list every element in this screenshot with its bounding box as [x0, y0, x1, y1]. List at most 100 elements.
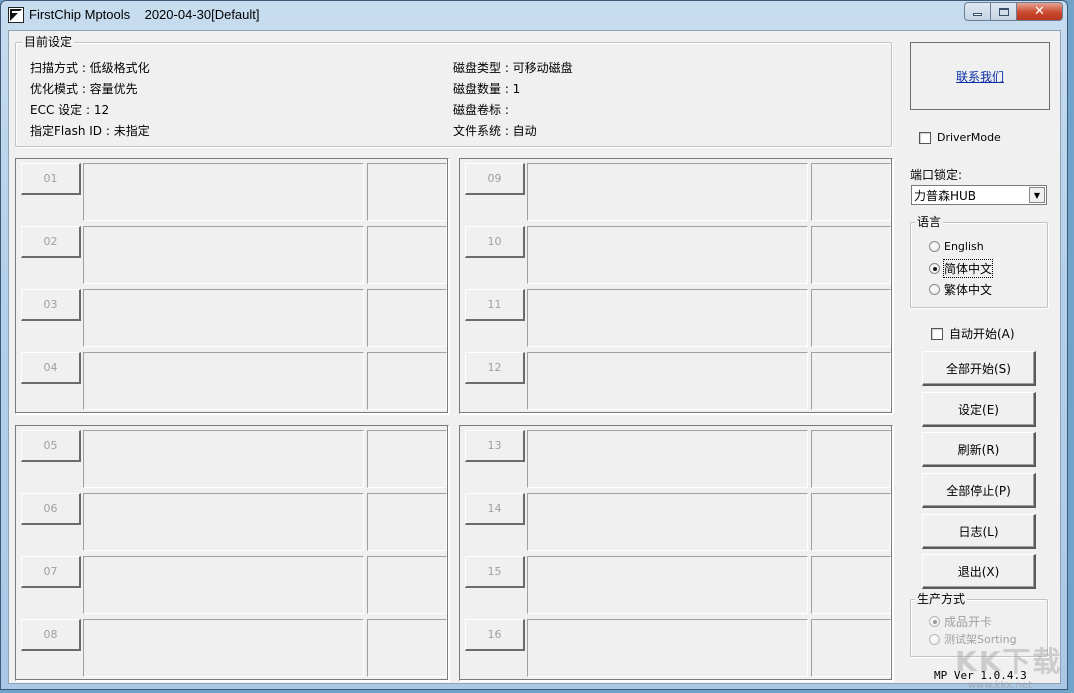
refresh-button[interactable]: 刷新(R) — [922, 432, 1036, 467]
disk-count-info: 磁盘数量 : 1 — [453, 82, 521, 96]
title-bar[interactable]: FirstChip Mptools 2020-04-30[Default] ✕ — [1, 1, 1067, 29]
production-mode-legend: 生产方式 — [915, 592, 968, 606]
port-button[interactable]: 14 — [465, 493, 525, 525]
driver-mode-checkbox[interactable]: DriverMode — [919, 131, 1001, 144]
language-english-radio[interactable]: English — [929, 240, 984, 253]
contact-box: 联系我们 — [910, 42, 1050, 110]
port-result-box — [811, 289, 891, 347]
language-english-label: English — [944, 240, 984, 253]
close-icon: ✕ — [1034, 4, 1045, 19]
port-result-box — [367, 556, 447, 614]
production-finished-card-label: 成品开卡 — [944, 615, 993, 629]
ecc-setting-info: ECC 设定 : 12 — [30, 103, 110, 117]
window-title: FirstChip Mptools 2020-04-30[Default] — [29, 7, 260, 22]
port-status-box — [83, 226, 364, 284]
port-button[interactable]: 12 — [465, 352, 525, 384]
port-lock-select[interactable]: 力普森HUB ▼ — [911, 185, 1047, 205]
port-button[interactable]: 11 — [465, 289, 525, 321]
disk-type-info: 磁盘类型 : 可移动磁盘 — [453, 61, 573, 75]
port-status-box — [527, 619, 808, 677]
settings-button[interactable]: 设定(E) — [922, 392, 1036, 427]
port-result-box — [811, 163, 891, 221]
radio-icon[interactable] — [929, 241, 940, 252]
port-panel-bottom-left: 05 06 07 08 — [15, 425, 449, 681]
maximize-icon — [998, 7, 1009, 16]
port-panel-top-right: 09 10 11 12 — [459, 158, 893, 414]
port-result-box — [811, 430, 891, 488]
disk-label-info: 磁盘卷标 : — [453, 103, 509, 117]
port-button[interactable]: 09 — [465, 163, 525, 195]
language-simplified-chinese-radio[interactable]: 简体中文 — [929, 259, 994, 278]
port-button[interactable]: 08 — [21, 619, 81, 651]
auto-start-label: 自动开始(A) — [949, 327, 1015, 341]
port-button[interactable]: 10 — [465, 226, 525, 258]
port-result-box — [811, 556, 891, 614]
port-button[interactable]: 01 — [21, 163, 81, 195]
port-result-box — [811, 226, 891, 284]
language-traditional-chinese-radio[interactable]: 繁体中文 — [929, 281, 992, 298]
port-result-box — [367, 619, 447, 677]
contact-us-link[interactable]: 联系我们 — [956, 68, 1004, 85]
port-button[interactable]: 06 — [21, 493, 81, 525]
port-result-box — [811, 493, 891, 551]
port-button[interactable]: 05 — [21, 430, 81, 462]
language-traditional-chinese-label: 繁体中文 — [944, 283, 993, 297]
port-status-box — [527, 289, 808, 347]
port-status-box — [83, 289, 364, 347]
chevron-down-icon[interactable]: ▼ — [1029, 187, 1045, 203]
production-sorting-radio[interactable]: 测试架Sorting — [929, 631, 1017, 647]
port-panel-bottom-right: 13 14 15 16 — [459, 425, 893, 681]
port-button[interactable]: 04 — [21, 352, 81, 384]
port-status-box — [83, 619, 364, 677]
port-result-box — [367, 430, 447, 488]
port-button[interactable]: 03 — [21, 289, 81, 321]
radio-selected-icon[interactable] — [929, 616, 940, 627]
language-legend: 语言 — [915, 215, 944, 229]
production-finished-card-radio[interactable]: 成品开卡 — [929, 613, 992, 630]
minimize-button[interactable] — [964, 2, 991, 21]
maximize-button[interactable] — [990, 2, 1017, 21]
version-label: MP Ver 1.0.4.3 — [934, 669, 1027, 682]
language-group: 语言 English 简体中文 繁体中文 — [910, 215, 1048, 308]
radio-icon[interactable] — [929, 633, 940, 645]
file-system-info: 文件系统 : 自动 — [453, 124, 537, 138]
app-logo-icon — [8, 7, 24, 23]
close-button[interactable]: ✕ — [1016, 2, 1063, 21]
log-button[interactable]: 日志(L) — [922, 514, 1036, 549]
port-status-box — [83, 430, 364, 488]
port-result-box — [811, 619, 891, 677]
port-status-box — [83, 163, 364, 221]
driver-mode-checkbox-box[interactable] — [919, 131, 931, 144]
current-settings-group: 目前设定 扫描方式 : 低级格式化 优化模式 : 容量优先 ECC 设定 : 1… — [15, 35, 892, 147]
port-result-box — [367, 493, 447, 551]
auto-start-checkbox[interactable]: 自动开始(A) — [931, 325, 1015, 342]
port-result-box — [367, 352, 447, 410]
auto-start-checkbox-box[interactable] — [931, 327, 943, 340]
port-panel-top-left: 01 02 03 04 — [15, 158, 449, 414]
radio-icon[interactable] — [929, 284, 940, 295]
exit-button[interactable]: 退出(X) — [922, 554, 1036, 589]
driver-mode-label: DriverMode — [937, 131, 1001, 144]
port-result-box — [811, 352, 891, 410]
port-status-box — [83, 352, 364, 410]
port-status-box — [83, 493, 364, 551]
port-button[interactable]: 02 — [21, 226, 81, 258]
port-status-box — [527, 556, 808, 614]
stop-all-button[interactable]: 全部停止(P) — [922, 473, 1036, 508]
current-settings-legend: 目前设定 — [22, 35, 75, 49]
port-status-box — [527, 430, 808, 488]
port-button[interactable]: 16 — [465, 619, 525, 651]
port-status-box — [527, 493, 808, 551]
port-button[interactable]: 07 — [21, 556, 81, 588]
port-button[interactable]: 13 — [465, 430, 525, 462]
port-result-box — [367, 226, 447, 284]
port-status-box — [527, 226, 808, 284]
port-button[interactable]: 15 — [465, 556, 525, 588]
radio-selected-icon[interactable] — [929, 263, 940, 274]
language-simplified-chinese-label: 简体中文 — [942, 259, 994, 278]
minimize-icon — [973, 13, 982, 16]
optimize-mode-info: 优化模式 : 容量优先 — [30, 82, 138, 96]
start-all-button[interactable]: 全部开始(S) — [922, 351, 1036, 386]
port-status-box — [527, 163, 808, 221]
scan-mode-info: 扫描方式 : 低级格式化 — [30, 61, 150, 75]
